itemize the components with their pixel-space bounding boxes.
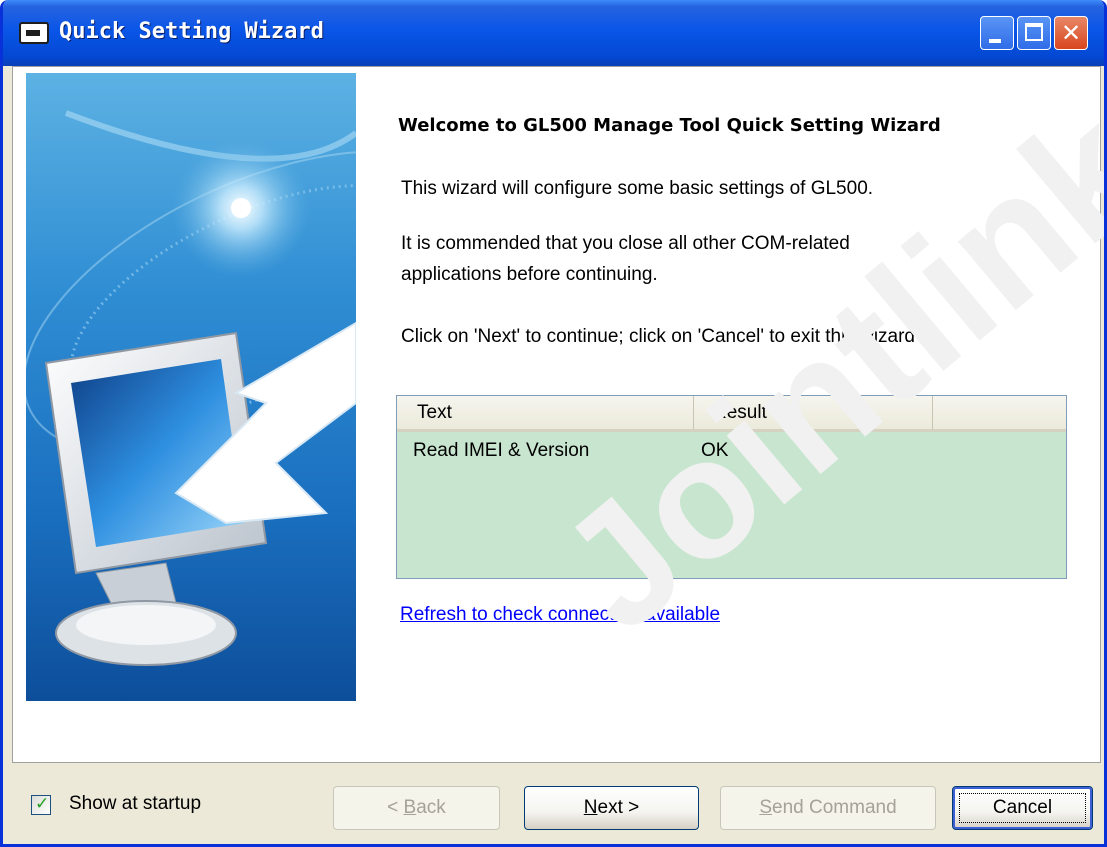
title-bar[interactable]: Quick Setting Wizard ✕ <box>3 0 1104 66</box>
back-button-accel: B <box>403 797 417 818</box>
result-list[interactable]: Text Result Read IMEI & Version OK <box>396 395 1067 579</box>
next-button[interactable]: Next > <box>524 786 699 830</box>
back-button-prefix: < <box>387 797 404 818</box>
list-item-result: OK <box>701 440 729 461</box>
app-icon <box>19 22 49 44</box>
send-command-button[interactable]: Send Command <box>720 786 936 830</box>
window-title: Quick Setting Wizard <box>59 19 324 44</box>
send-command-rest: end Command <box>772 797 897 818</box>
back-button-rest: ack <box>416 797 446 818</box>
column-header-result[interactable]: Result <box>695 396 933 429</box>
show-at-startup-checkbox[interactable]: ✓ <box>31 794 51 815</box>
wizard-instructions: Click on 'Next' to continue; click on 'C… <box>401 326 916 347</box>
close-icon: ✕ <box>1060 19 1082 47</box>
minimize-icon <box>989 39 1001 43</box>
next-button-accel: N <box>583 797 598 818</box>
wizard-illustration <box>26 73 356 701</box>
minimize-button[interactable] <box>980 16 1014 50</box>
list-header: Text Result <box>397 396 1066 432</box>
list-item[interactable]: Read IMEI & Version OK <box>397 436 1066 466</box>
list-item-text: Read IMEI & Version <box>413 440 590 461</box>
column-header-text[interactable]: Text <box>397 396 694 429</box>
maximize-icon <box>1025 23 1043 41</box>
back-button[interactable]: < Back <box>333 786 500 830</box>
show-at-startup-label: Show at startup <box>69 793 202 814</box>
focus-rectangle <box>959 793 1086 823</box>
wizard-warning: It is commended that you close all other… <box>401 228 850 290</box>
wizard-warning-line2: applications before continuing. <box>401 264 658 285</box>
send-command-accel: S <box>759 797 773 818</box>
wizard-window: Quick Setting Wizard ✕ Welcome to GL500 … <box>0 0 1107 847</box>
wizard-content: Welcome to GL500 Manage Tool Quick Setti… <box>12 66 1101 763</box>
refresh-connection-link[interactable]: Refresh to check connection available <box>400 604 720 626</box>
cancel-button[interactable]: Cancel <box>952 786 1093 830</box>
maximize-button[interactable] <box>1017 16 1051 50</box>
checkmark-icon: ✓ <box>35 794 50 814</box>
wizard-warning-line1: It is commended that you close all other… <box>401 233 850 254</box>
next-button-rest: ext > <box>597 797 640 818</box>
wizard-heading: Welcome to GL500 Manage Tool Quick Setti… <box>398 115 941 136</box>
wizard-description: This wizard will configure some basic se… <box>401 178 874 199</box>
close-button[interactable]: ✕ <box>1054 16 1088 50</box>
